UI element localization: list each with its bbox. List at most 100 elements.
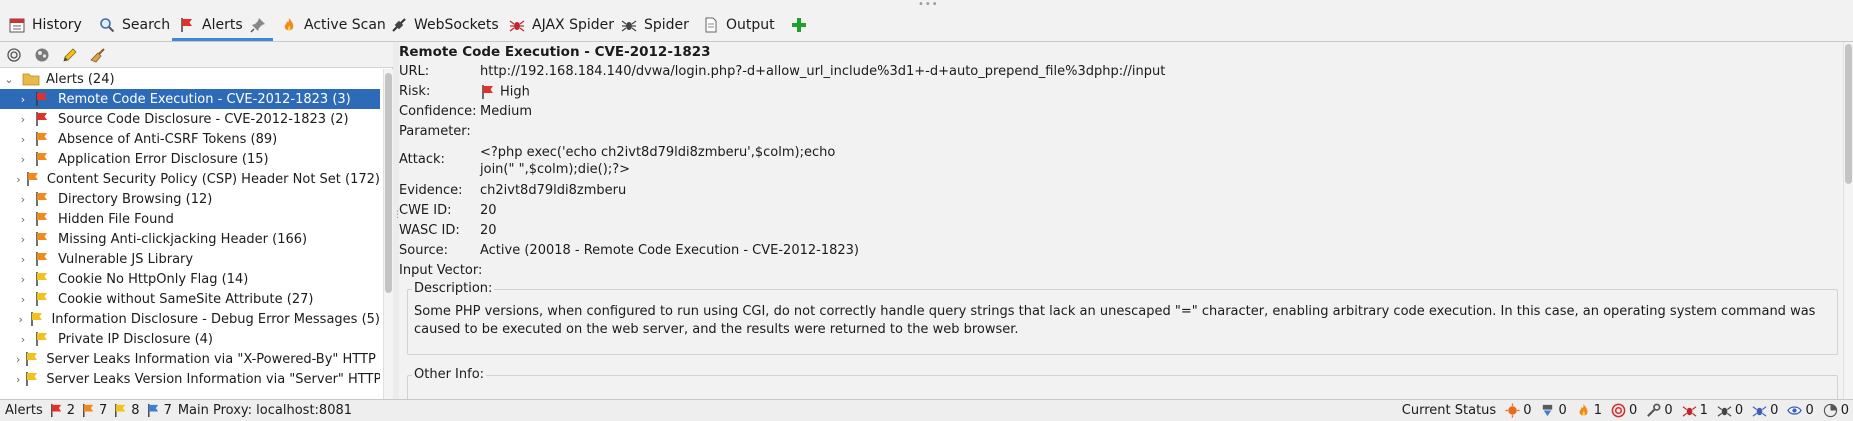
tab-label: Output [726,17,775,33]
status-count: 0 [1664,403,1673,418]
tree-item[interactable]: › Server Leaks Information via "X-Powered… [0,349,380,369]
expand-icon[interactable]: › [16,153,30,166]
tree-item[interactable]: › Absence of Anti-CSRF Tokens (89) [0,129,380,149]
expand-icon[interactable]: › [16,253,30,266]
collapse-icon[interactable]: ⌄ [2,73,16,86]
tree-item[interactable]: › Private IP Disclosure (4) [0,329,380,349]
target-icon [1611,403,1626,418]
low-alert-count[interactable]: 8 [113,403,140,418]
tab-spider[interactable]: Spider [614,11,695,39]
tab-search[interactable]: Search [92,11,176,39]
expand-icon[interactable]: › [16,93,30,106]
tab-bar: ••• History Search Alerts Active Scan We… [0,0,1853,42]
tree-item[interactable]: › Cookie without SameSite Attribute (27) [0,289,380,309]
status-count: 0 [1770,403,1779,418]
tree-item[interactable]: › Server Leaks Version Information via "S… [0,369,380,389]
tree-item[interactable]: › Directory Browsing (12) [0,189,380,209]
parameter-label: Parameter: [399,124,471,139]
tab-label: Active Scan [304,17,386,33]
tree-item-label: Absence of Anti-CSRF Tokens (89) [58,131,278,147]
scrollbar-thumb[interactable] [385,73,392,293]
high-risk-flag-icon [34,111,52,127]
status-spider[interactable]: 0 [1717,403,1743,418]
scope-filter-icon[interactable] [32,45,52,65]
tree-item[interactable]: › Source Code Disclosure - CVE-2012-1823 … [0,109,380,129]
tab-label: History [32,17,82,33]
expand-icon[interactable]: › [16,173,21,186]
tree-item[interactable]: › Content Security Policy (CSP) Header No… [0,169,380,189]
broom-delete-button[interactable] [88,45,108,65]
drag-handle-icon[interactable]: ••• [918,0,938,10]
tree-item-label: Directory Browsing (12) [58,191,213,207]
description-group: Description: Some PHP versions, when con… [407,281,1838,355]
tab-label: Alerts [202,16,243,33]
medium-alert-count[interactable]: 7 [81,403,107,418]
expand-icon[interactable]: › [16,353,20,366]
expand-icon[interactable]: › [16,313,25,326]
tree-item[interactable]: › Application Error Disclosure (15) [0,149,380,169]
tab-ajax-spider[interactable]: AJAX Spider [502,11,620,39]
tree-scrollbar[interactable] [383,69,393,399]
status-active-scan[interactable]: 1 [1576,403,1602,418]
status-client-spider[interactable]: 0 [1752,403,1778,418]
high-flag-icon [50,403,61,418]
expand-icon[interactable]: › [16,213,30,226]
wasc-id-label: WASC ID: [399,223,460,238]
tab-websockets[interactable]: WebSockets [384,11,505,39]
tab-output[interactable]: Output [696,11,781,39]
low-risk-flag-icon [24,371,40,387]
tree-item[interactable]: › Missing Anti-clickjacking Header (166) [0,229,380,249]
tree-item[interactable]: › Vulnerable JS Library [0,249,380,269]
expand-icon[interactable]: › [16,233,30,246]
status-forced-browse[interactable]: 0 [1646,403,1673,418]
low-risk-flag-icon [34,291,52,307]
status-active-scans[interactable]: 0 [1505,403,1531,418]
status-downloads[interactable]: 0 [1540,403,1567,418]
tab-label: WebSockets [414,17,499,33]
expand-icon[interactable]: › [16,193,30,206]
filter-all-button[interactable] [4,45,24,65]
scrollbar-thumb[interactable] [1845,44,1852,184]
status-count: 0 [1523,403,1532,418]
expand-icon[interactable]: › [16,113,30,126]
tree-item[interactable]: › Hidden File Found [0,209,380,229]
expand-icon[interactable]: › [16,293,30,306]
medium-risk-flag-icon [34,191,52,207]
status-alerts-label: Alerts [5,403,43,418]
info-alert-count[interactable]: 7 [146,403,172,418]
status-breaks[interactable]: 0 [1823,403,1849,418]
tree-item-label: Missing Anti-clickjacking Header (166) [58,231,308,247]
alerts-tree: ⌄ Alerts (24) › Remote Code Execution - C… [0,69,380,399]
blue-spider-icon [1752,406,1767,417]
alert-detail-panel: Remote Code Execution - CVE-2012-1823 UR… [399,42,1853,415]
tree-item[interactable]: › Cookie No HttpOnly Flag (14) [0,269,380,289]
source-label: Source: [399,243,449,258]
tab-history[interactable]: History [2,11,88,39]
expand-icon[interactable]: › [16,373,20,386]
pin-icon[interactable] [249,16,267,34]
tab-active-scan[interactable]: Active Scan [274,11,392,39]
tree-root-alerts[interactable]: ⌄ Alerts (24) [0,69,380,89]
high-count-text: 2 [66,403,75,418]
tab-alerts[interactable]: Alerts [172,11,273,41]
tree-item[interactable]: › Remote Code Execution - CVE-2012-1823 (… [0,89,380,109]
expand-icon[interactable]: › [16,333,30,346]
status-ajax-spider[interactable]: 1 [1682,403,1708,418]
high-alert-count[interactable]: 2 [49,403,75,418]
detail-scrollbar[interactable] [1843,42,1853,399]
tree-item[interactable]: › Information Disclosure - Debug Error Me… [0,309,380,329]
sun-scan-icon [1505,403,1520,418]
add-tab-button[interactable] [784,11,814,39]
medium-risk-flag-icon [34,231,52,247]
description-text[interactable]: Some PHP versions, when configured to ru… [414,303,1830,339]
url-label: URL: [399,64,430,79]
flame-icon [1579,403,1588,416]
current-status-label: Current Status [1401,403,1497,418]
evidence-label: Evidence: [399,183,463,198]
expand-icon[interactable]: › [16,133,30,146]
status-watchers[interactable]: 0 [1787,403,1814,418]
expand-icon[interactable]: › [16,273,30,286]
edit-alert-button[interactable] [60,45,80,65]
ajax-spider-icon [1682,406,1696,417]
status-fuzzer[interactable]: 0 [1611,403,1637,418]
